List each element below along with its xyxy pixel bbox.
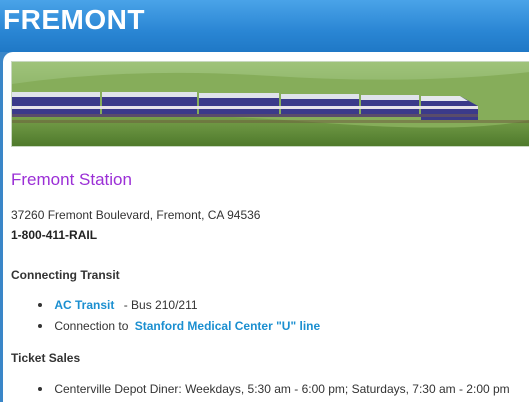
bullet-icon xyxy=(38,323,42,328)
list-item: Centerville Depot Diner: Weekdays, 5:30 … xyxy=(38,382,510,396)
train-photo xyxy=(12,62,529,146)
station-title: Fremont Station xyxy=(11,170,132,189)
bullet-icon xyxy=(38,386,42,391)
train-banner-image xyxy=(11,61,529,147)
bullet-icon xyxy=(38,302,42,307)
connecting-transit-heading: Connecting Transit xyxy=(11,268,120,282)
station-phone: 1-800-411-RAIL xyxy=(11,228,98,242)
stanford-u-line-link[interactable]: Stanford Medical Center "U" line xyxy=(135,319,320,333)
station-address: 37260 Fremont Boulevard, Fremont, CA 945… xyxy=(11,208,261,222)
list-item: AC Transit - Bus 210/211 xyxy=(38,298,198,312)
ac-transit-link[interactable]: AC Transit xyxy=(54,298,114,312)
list-item-text: Centerville Depot Diner: Weekdays, 5:30 … xyxy=(54,382,510,396)
page-header: FREMONT xyxy=(0,0,529,52)
list-item: Connection to Stanford Medical Center "U… xyxy=(38,319,320,333)
header-title: FREMONT xyxy=(3,4,145,35)
list-item-text: Connection to xyxy=(54,319,129,333)
ticket-sales-heading: Ticket Sales xyxy=(11,351,81,365)
list-item-text: - Bus 210/211 xyxy=(123,298,198,312)
